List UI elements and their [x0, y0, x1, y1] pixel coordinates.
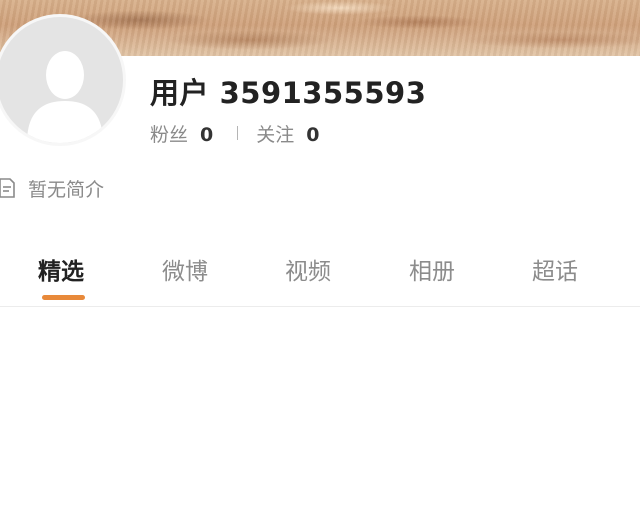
- tab-weibo[interactable]: 微博: [162, 252, 208, 286]
- fans-label: 粉丝: [150, 123, 189, 146]
- document-icon: [0, 178, 15, 198]
- tab-video[interactable]: 视频: [285, 252, 331, 286]
- tab-album[interactable]: 相册: [409, 252, 455, 286]
- avatar[interactable]: [0, 14, 126, 146]
- following-label: 关注: [256, 123, 295, 146]
- bio-row[interactable]: 暂无简介: [0, 174, 104, 202]
- tab-supertopic[interactable]: 超话: [532, 252, 578, 286]
- stats-divider: [237, 126, 239, 140]
- fans-count: 0: [200, 123, 214, 146]
- bio-text: 暂无简介: [28, 178, 105, 201]
- profile-tabs: 精选 微博 视频 相册 超话: [0, 246, 640, 307]
- following-stat[interactable]: 关注 0: [256, 120, 319, 147]
- default-avatar-icon: [27, 51, 103, 143]
- profile-stats: 粉丝 0 关注 0: [150, 120, 320, 146]
- fans-stat[interactable]: 粉丝 0: [150, 120, 213, 147]
- tab-featured[interactable]: 精选: [38, 252, 84, 286]
- active-tab-indicator: [42, 295, 85, 300]
- profile-page: 用户 3591355593 粉丝 0 关注 0 暂无简介 精选 微博 视频 相册 超…: [0, 0, 640, 524]
- following-count: 0: [306, 123, 320, 146]
- username: 用户 3591355593: [150, 76, 427, 110]
